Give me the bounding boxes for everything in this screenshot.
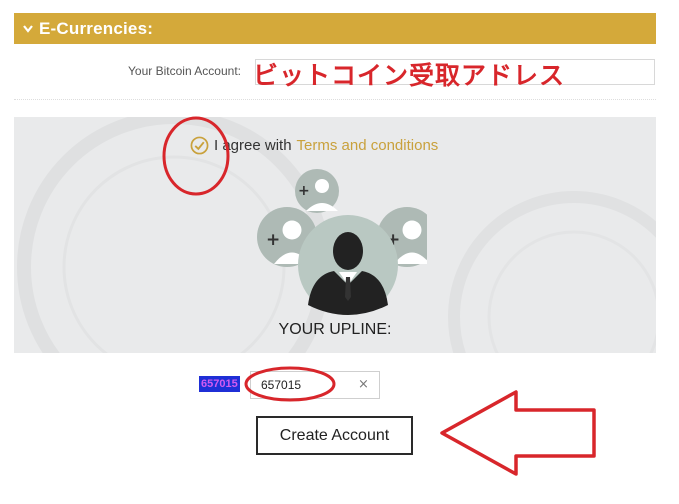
checkmark-circle-icon[interactable] bbox=[190, 136, 209, 155]
user-add-icon: + bbox=[295, 169, 339, 213]
section-title: E-Currencies: bbox=[39, 18, 154, 38]
upline-label: YOUR UPLINE: bbox=[278, 321, 392, 338]
user-icon bbox=[298, 215, 398, 315]
registration-panel: I agree with Terms and conditions + + + bbox=[14, 117, 656, 353]
terms-link[interactable]: Terms and conditions bbox=[297, 137, 439, 154]
chevron-down-icon bbox=[23, 24, 33, 33]
section-header-e-currencies[interactable]: E-Currencies: bbox=[14, 13, 656, 44]
divider bbox=[14, 99, 656, 100]
terms-agreement: I agree with Terms and conditions bbox=[190, 136, 438, 155]
bitcoin-account-label: Your Bitcoin Account: bbox=[128, 64, 241, 78]
bitcoin-account-row: Your Bitcoin Account: ビットコイン受取アドレス bbox=[0, 54, 679, 94]
svg-text:+: + bbox=[266, 230, 280, 250]
upline-id-highlight: 657015 bbox=[199, 376, 240, 392]
bitcoin-account-input[interactable] bbox=[255, 59, 655, 85]
svg-text:+: + bbox=[298, 183, 310, 199]
create-account-button[interactable]: Create Account bbox=[256, 416, 413, 455]
upline-users-illustration: + + + bbox=[257, 169, 427, 315]
agree-text: I agree with bbox=[214, 137, 292, 154]
arrow-left-icon bbox=[440, 390, 596, 476]
clear-icon[interactable]: × bbox=[358, 377, 369, 392]
